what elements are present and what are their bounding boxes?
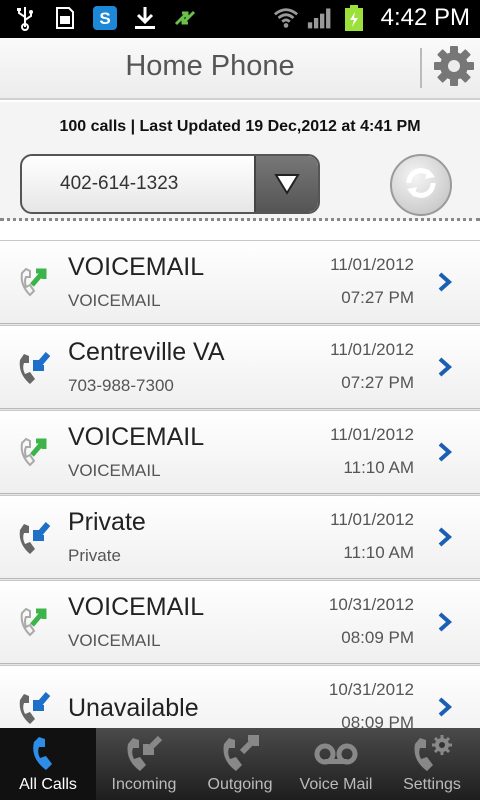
call-row[interactable]: Centreville VA 703-988-7300 11/01/2012 0… — [0, 325, 480, 409]
chevron-right-icon[interactable] — [436, 526, 458, 550]
call-date: 11/01/2012 — [330, 340, 414, 359]
call-row[interactable]: VOICEMAIL VOICEMAIL 11/01/2012 07:27 PM — [0, 240, 480, 324]
voicemail-icon — [314, 734, 358, 774]
call-date: 11/01/2012 — [330, 425, 414, 444]
tab-voice-mail[interactable]: Voice Mail — [288, 728, 384, 800]
caller-number: VOICEMAIL — [68, 291, 161, 310]
tab-all-calls[interactable]: All Calls — [0, 728, 96, 800]
call-list[interactable]: VOICEMAIL VOICEMAIL 11/01/2012 07:27 PM … — [0, 240, 480, 728]
usb-icon — [12, 4, 38, 32]
caller-number: VOICEMAIL — [68, 461, 161, 480]
status-bar: S 4:42 PM — [0, 0, 480, 38]
signal-icon — [307, 4, 333, 32]
outgoing-call-icon — [14, 603, 58, 647]
phone-number-select[interactable]: 402-614-1323 — [20, 154, 320, 214]
chevron-right-icon[interactable] — [436, 356, 458, 380]
call-time: 07:27 PM — [341, 373, 414, 392]
tab-settings[interactable]: Settings — [384, 728, 480, 800]
call-date: 10/31/2012 — [328, 680, 414, 699]
call-row[interactable]: Unavailable 10/31/2012 08:09 PM — [0, 665, 480, 728]
section-divider — [0, 218, 480, 221]
battery-charging-icon — [341, 4, 367, 32]
caller-name: VOICEMAIL — [68, 423, 205, 451]
incoming-call-icon — [14, 348, 58, 392]
call-time: 07:27 PM — [341, 288, 414, 307]
sync-arrows-icon — [172, 4, 198, 32]
settings-button[interactable] — [430, 44, 478, 92]
tab-label: Incoming — [111, 776, 177, 793]
chevron-right-icon[interactable] — [436, 611, 458, 635]
selected-phone-number: 402-614-1323 — [60, 173, 179, 194]
call-row[interactable]: VOICEMAIL VOICEMAIL 10/31/2012 08:09 PM — [0, 580, 480, 664]
call-row[interactable]: VOICEMAIL VOICEMAIL 11/01/2012 11:10 AM — [0, 410, 480, 494]
refresh-icon — [401, 163, 441, 208]
call-date: 10/31/2012 — [328, 595, 414, 614]
outgoing-call-icon — [14, 433, 58, 477]
dropdown-arrow-icon[interactable] — [254, 156, 318, 212]
page-title: Home Phone — [125, 50, 295, 82]
caller-name: VOICEMAIL — [68, 593, 205, 621]
call-date: 11/01/2012 — [330, 255, 414, 274]
chevron-right-icon[interactable] — [436, 271, 458, 295]
outgoing-call-icon — [14, 263, 58, 307]
status-time: 4:42 PM — [380, 4, 470, 31]
call-time: 11:10 AM — [343, 458, 414, 477]
outgoing-call-icon — [218, 734, 262, 774]
app-header: Home Phone — [0, 38, 480, 100]
call-summary: 100 calls | Last Updated 19 Dec,2012 at … — [59, 118, 421, 135]
call-time: 08:09 PM — [341, 713, 414, 728]
call-time: 11:10 AM — [343, 543, 414, 562]
call-date: 11/01/2012 — [330, 510, 414, 529]
chevron-right-icon[interactable] — [436, 696, 458, 720]
tab-label: All Calls — [19, 776, 77, 793]
call-time: 08:09 PM — [341, 628, 414, 647]
refresh-button[interactable] — [390, 154, 452, 216]
phone-settings-icon — [410, 734, 454, 774]
chevron-right-icon[interactable] — [436, 441, 458, 465]
download-icon — [132, 4, 158, 32]
call-row[interactable]: Private Private 11/01/2012 11:10 AM — [0, 495, 480, 579]
caller-number: VOICEMAIL — [68, 631, 161, 650]
phone-icon — [26, 734, 70, 774]
header-divider — [420, 48, 422, 88]
tab-incoming[interactable]: Incoming — [96, 728, 192, 800]
tab-label: Outgoing — [207, 776, 273, 793]
tab-outgoing[interactable]: Outgoing — [192, 728, 288, 800]
incoming-call-icon — [14, 688, 58, 728]
svg-text:S: S — [99, 9, 110, 28]
tab-label: Settings — [403, 776, 461, 793]
caller-number: Private — [68, 546, 121, 565]
tab-label: Voice Mail — [299, 776, 373, 793]
gear-icon — [432, 44, 476, 93]
caller-name: Centreville VA — [68, 338, 225, 366]
caller-name: Private — [68, 508, 146, 536]
incoming-call-icon — [122, 734, 166, 774]
incoming-call-icon — [14, 518, 58, 562]
caller-name: Unavailable — [68, 694, 199, 722]
caller-number: 703-988-7300 — [68, 376, 174, 395]
skype-icon: S — [92, 4, 118, 32]
caller-name: VOICEMAIL — [68, 253, 205, 281]
info-panel: 100 calls | Last Updated 19 Dec,2012 at … — [0, 102, 480, 220]
wifi-icon — [273, 4, 299, 32]
bottom-tab-bar: All Calls Incoming Outgoing Voice Mail S… — [0, 728, 480, 800]
sd-card-icon — [52, 4, 78, 32]
